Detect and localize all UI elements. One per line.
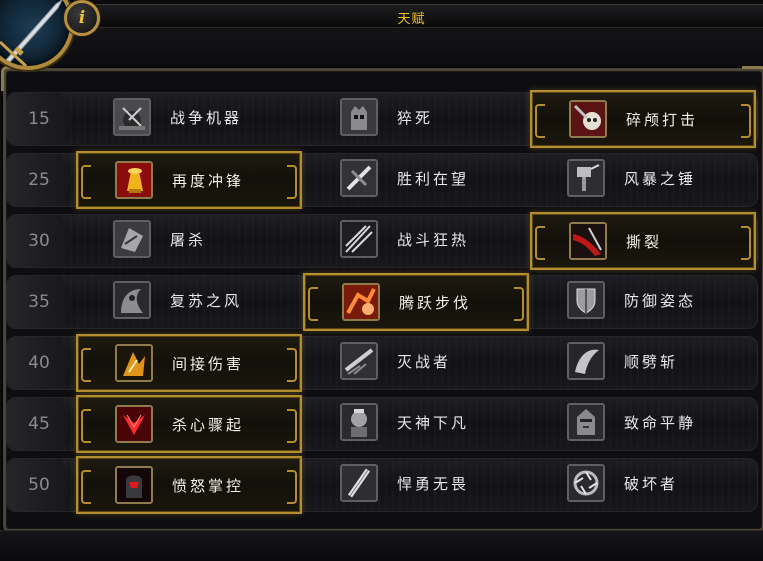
storm-bolt-icon xyxy=(567,159,605,197)
tier-level-label: 25 xyxy=(7,154,71,206)
talent-button[interactable]: 胜利在望 xyxy=(303,151,529,209)
deadly-calm-icon xyxy=(567,403,605,441)
talent-button[interactable]: 破坏者 xyxy=(530,456,756,514)
talent-button[interactable]: 屠杀 xyxy=(76,212,302,270)
impending-victory-icon xyxy=(340,159,378,197)
talent-button[interactable]: 悍勇无畏 xyxy=(303,456,529,514)
second-wind-icon xyxy=(113,281,151,319)
title-bar: 天赋 xyxy=(60,4,763,28)
talent-button[interactable]: 灭战者 xyxy=(303,334,529,392)
talent-name: 复苏之风 xyxy=(170,292,243,310)
talent-button[interactable]: 风暴之锤 xyxy=(530,151,756,209)
talent-button[interactable]: 间接伤害 xyxy=(76,334,302,392)
talent-name: 灭战者 xyxy=(397,353,452,371)
anger-management-icon xyxy=(115,466,153,504)
talent-name: 战争机器 xyxy=(170,109,243,127)
tier-level-label: 45 xyxy=(7,398,71,450)
talent-tier-row: 50 愤怒掌控 悍勇无畏 破坏者 xyxy=(6,456,758,514)
sword-icon xyxy=(0,0,74,70)
header-band xyxy=(0,27,763,67)
talent-button[interactable]: 愤怒掌控 xyxy=(76,456,302,514)
talent-button[interactable]: 战斗狂热 xyxy=(303,212,529,270)
talent-name: 破坏者 xyxy=(624,475,679,493)
talent-button[interactable]: 腾跃步伐 xyxy=(303,273,529,331)
talent-name: 顺劈斩 xyxy=(624,353,679,371)
cleave-icon xyxy=(567,342,605,380)
info-icon: i xyxy=(78,7,86,28)
bottom-band xyxy=(0,530,763,561)
talent-button[interactable]: 防御姿态 xyxy=(530,273,756,331)
tier-level-label: 40 xyxy=(7,337,71,389)
ravager-icon xyxy=(567,464,605,502)
talent-button[interactable]: 天神下凡 xyxy=(303,395,529,453)
talent-name: 腾跃步伐 xyxy=(399,294,472,312)
talent-button[interactable]: 再度冲锋 xyxy=(76,151,302,209)
talent-tier-row: 25 再度冲锋 胜利在望 风暴之锤 xyxy=(6,151,758,209)
tier-level-label: 15 xyxy=(7,93,71,145)
fervor-of-battle-icon xyxy=(340,220,378,258)
talent-name: 杀心骤起 xyxy=(172,416,245,434)
talent-name: 屠杀 xyxy=(170,231,207,249)
talent-name: 愤怒掌控 xyxy=(172,477,245,495)
talent-tier-row: 45 杀心骤起 天神下凡 致命平静 xyxy=(6,395,758,453)
talent-button[interactable]: 碎颅打击 xyxy=(530,90,756,148)
defensive-stance-icon xyxy=(567,281,605,319)
tier-level-label: 50 xyxy=(7,459,71,511)
talent-name: 间接伤害 xyxy=(172,355,245,373)
double-time-icon xyxy=(115,161,153,199)
talent-tier-row: 15 战争机器 猝死 碎颅打击 xyxy=(6,90,758,148)
talent-tier-row: 30 屠杀 战斗狂热 撕裂 xyxy=(6,212,758,270)
talent-button[interactable]: 顺劈斩 xyxy=(530,334,756,392)
talent-button[interactable]: 撕裂 xyxy=(530,212,756,270)
talent-name: 再度冲锋 xyxy=(172,172,245,190)
dreadnaught-icon xyxy=(340,464,378,502)
talent-name: 撕裂 xyxy=(626,233,663,251)
talent-button[interactable]: 复苏之风 xyxy=(76,273,302,331)
talent-button[interactable]: 猝死 xyxy=(303,90,529,148)
talent-name: 天神下凡 xyxy=(397,414,470,432)
in-for-the-kill-icon xyxy=(115,405,153,443)
window-title: 天赋 xyxy=(397,12,426,27)
talent-button[interactable]: 杀心骤起 xyxy=(76,395,302,453)
war-machine-icon xyxy=(113,98,151,136)
talent-name: 战斗狂热 xyxy=(397,231,470,249)
talent-tier-row: 40 间接伤害 灭战者 顺劈斩 xyxy=(6,334,758,392)
avatar-icon xyxy=(340,403,378,441)
talent-button[interactable]: 致命平静 xyxy=(530,395,756,453)
tier-level-label: 35 xyxy=(7,276,71,328)
talent-tier-row: 35 复苏之风 腾跃步伐 防御姿态 xyxy=(6,273,758,331)
talent-name: 风暴之锤 xyxy=(624,170,697,188)
talent-name: 致命平静 xyxy=(624,414,697,432)
info-button[interactable]: i xyxy=(64,0,100,36)
skullsplitter-icon xyxy=(569,100,607,138)
rend-icon xyxy=(569,222,607,260)
sudden-death-icon xyxy=(340,98,378,136)
talent-button[interactable]: 战争机器 xyxy=(76,90,302,148)
talent-name: 胜利在望 xyxy=(397,170,470,188)
massacre-icon xyxy=(113,220,151,258)
talent-name: 防御姿态 xyxy=(624,292,697,310)
talent-name: 猝死 xyxy=(397,109,434,127)
bounding-stride-icon xyxy=(342,283,380,321)
warbreaker-icon xyxy=(340,342,378,380)
tier-level-label: 30 xyxy=(7,215,71,267)
collateral-damage-icon xyxy=(115,344,153,382)
talent-name: 悍勇无畏 xyxy=(397,475,470,493)
talent-name: 碎颅打击 xyxy=(626,111,699,129)
